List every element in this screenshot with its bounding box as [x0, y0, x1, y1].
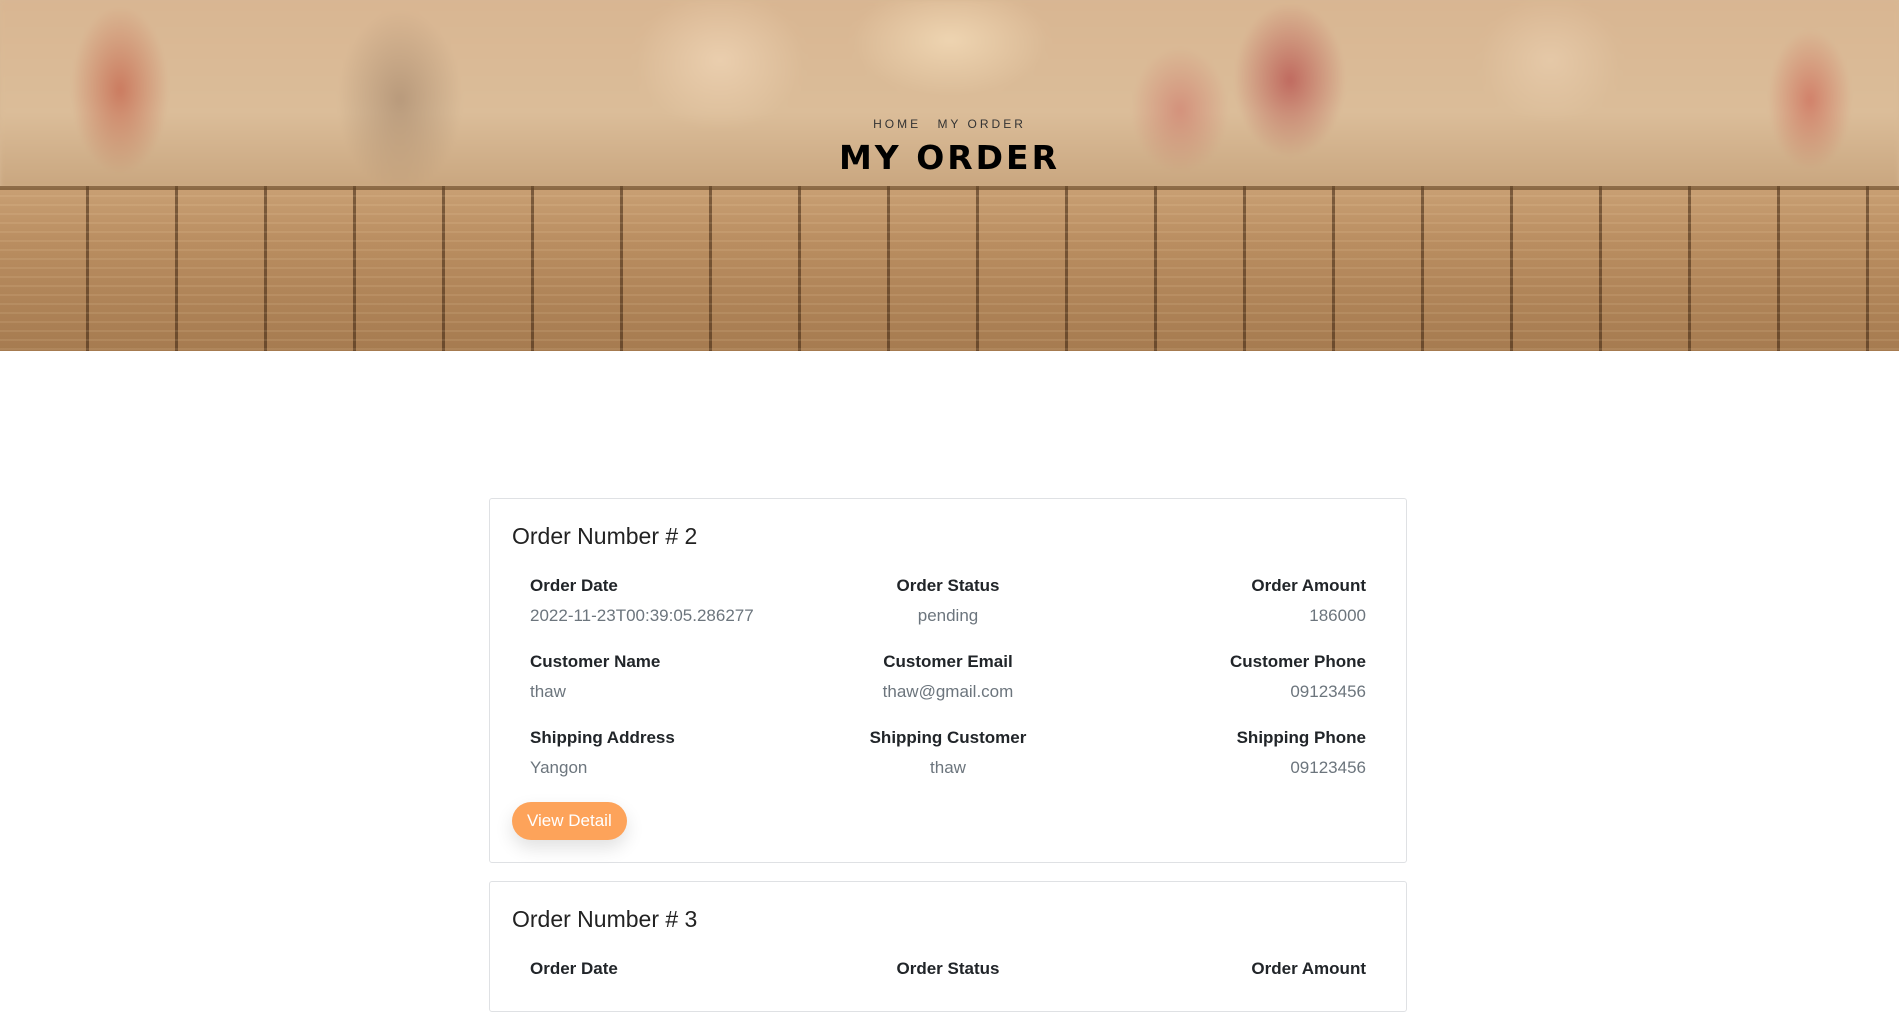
- customer-phone-field: Customer Phone 09123456: [1087, 652, 1366, 702]
- shipping-address-value: Yangon: [530, 758, 588, 777]
- order-details-grid: Order Date 2022-11-23T00:39:05.286277 Or…: [512, 576, 1384, 778]
- page-title: MY ORDER: [838, 138, 1061, 177]
- shipping-phone-label: Shipping Phone: [1236, 728, 1366, 747]
- hero-wood-floor: [0, 186, 1899, 351]
- order-amount-label: Order Amount: [1251, 576, 1366, 595]
- breadcrumb: HOME MY ORDER: [0, 117, 1899, 131]
- order-amount-label: Order Amount: [1251, 959, 1366, 978]
- shipping-customer-value: thaw: [930, 758, 966, 777]
- order-date-field: Order Date 2022-11-23T00:39:05.286277: [530, 576, 809, 626]
- order-card: Order Number # 2 Order Date 2022-11-23T0…: [489, 498, 1407, 863]
- order-date-value: 2022-11-23T00:39:05.286277: [530, 606, 754, 625]
- orders-list: Order Number # 2 Order Date 2022-11-23T0…: [489, 498, 1409, 1030]
- order-number: Order Number # 3: [512, 906, 698, 932]
- shipping-phone-value: 09123456: [1290, 758, 1366, 777]
- shipping-phone-field: Shipping Phone 09123456: [1087, 728, 1366, 778]
- hero-banner: HOME MY ORDER MY ORDER: [0, 0, 1899, 351]
- customer-phone-label: Customer Phone: [1229, 652, 1366, 671]
- shipping-customer-label: Shipping Customer: [869, 728, 1027, 747]
- breadcrumb-home[interactable]: HOME: [873, 117, 921, 131]
- view-detail-button[interactable]: View Detail: [512, 802, 627, 840]
- customer-phone-value: 09123456: [1290, 682, 1366, 701]
- order-card: Order Number # 3 Order Date Order Status…: [489, 881, 1407, 1012]
- order-date-label: Order Date: [530, 576, 618, 595]
- customer-name-label: Customer Name: [530, 652, 661, 671]
- shipping-address-label: Shipping Address: [530, 728, 675, 747]
- order-status-label: Order Status: [896, 576, 1000, 595]
- order-status-label: Order Status: [896, 959, 1000, 978]
- shipping-address-field: Shipping Address Yangon: [530, 728, 809, 778]
- shipping-customer-field: Shipping Customer thaw: [809, 728, 1088, 778]
- breadcrumb-my-order: MY ORDER: [937, 117, 1026, 131]
- customer-email-label: Customer Email: [883, 652, 1013, 671]
- customer-email-field: Customer Email thaw@gmail.com: [809, 652, 1088, 702]
- order-status-value: pending: [917, 606, 979, 625]
- order-number: Order Number # 2: [512, 523, 698, 549]
- order-status-field: Order Status pending: [809, 576, 1088, 626]
- order-amount-field: Order Amount 186000: [1087, 576, 1366, 626]
- customer-name-field: Customer Name thaw: [530, 652, 809, 702]
- customer-name-value: thaw: [530, 682, 566, 701]
- order-date-label: Order Date: [530, 959, 618, 978]
- order-amount-value: 186000: [1309, 606, 1366, 625]
- customer-email-value: thaw@gmail.com: [882, 682, 1014, 701]
